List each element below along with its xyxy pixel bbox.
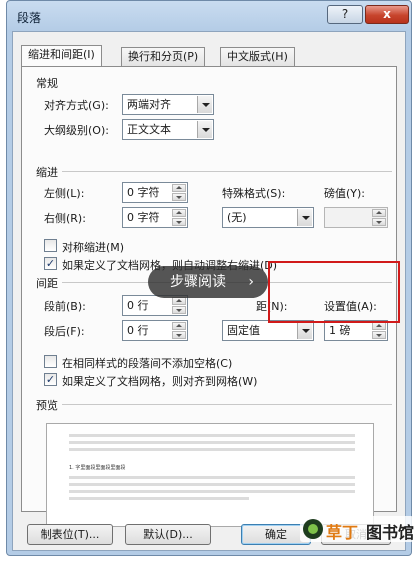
line-spacing-value: 固定值 xyxy=(227,324,260,337)
no-space-same-style-checkbox[interactable] xyxy=(44,355,57,368)
tab-label: 换行和分页(P) xyxy=(128,50,199,63)
spacing-before-stepper[interactable]: 0 行 xyxy=(122,295,188,316)
auto-right-indent-checkbox[interactable]: ✓ xyxy=(44,257,57,270)
spin-up-icon[interactable] xyxy=(172,184,186,192)
spin-down-icon[interactable] xyxy=(372,331,386,339)
set-default-label: 默认(D)... xyxy=(143,528,193,541)
right-indent-label: 右侧(R): xyxy=(44,212,86,225)
left-indent-value: 0 字符 xyxy=(127,186,160,199)
preview-line xyxy=(69,448,355,451)
spacing-after-stepper[interactable]: 0 行 xyxy=(122,320,188,341)
checkmark-icon: ✓ xyxy=(45,257,56,270)
chevron-down-icon[interactable] xyxy=(297,322,312,339)
preview-box: 1. 字里面段里面段里面段 xyxy=(46,423,374,527)
preview-sample-text: 1. 字里面段里面段里面段 xyxy=(69,465,126,471)
spacing-before-label: 段前(B): xyxy=(44,300,86,313)
tab-stops-button[interactable]: 制表位(T)... xyxy=(27,524,113,545)
chevron-down-icon[interactable] xyxy=(197,121,212,138)
tab-label: 缩进和间距(I) xyxy=(28,48,95,61)
right-indent-stepper[interactable]: 0 字符 xyxy=(122,207,188,228)
chevron-right-icon: › xyxy=(248,274,254,290)
spin-down-icon[interactable] xyxy=(172,331,186,339)
spacing-after-label: 段后(F): xyxy=(44,325,85,338)
stepper-buttons xyxy=(372,209,386,226)
chevron-down-icon[interactable] xyxy=(297,209,312,226)
spin-up-icon[interactable] xyxy=(172,322,186,330)
dialog-title: 段落 xyxy=(17,11,42,25)
line-spacing-select[interactable]: 固定值 xyxy=(222,320,314,341)
title-bar: 段落 xyxy=(17,9,41,27)
tab-label: 中文版式(H) xyxy=(227,50,288,63)
set-default-button[interactable]: 默认(D)... xyxy=(125,524,211,545)
close-button[interactable]: x xyxy=(365,5,409,24)
divider xyxy=(62,404,392,405)
left-indent-label: 左侧(L): xyxy=(44,187,85,200)
step-reading-button[interactable]: 步骤阅读 › xyxy=(148,266,268,298)
special-indent-label: 特殊格式(S): xyxy=(222,187,286,200)
snap-to-grid-label: 如果定义了文档网格，则对齐到网格(W) xyxy=(62,375,258,388)
mirror-indents-checkbox[interactable] xyxy=(44,239,57,252)
special-indent-select[interactable]: (无) xyxy=(222,207,314,228)
preview-line xyxy=(69,483,355,486)
tab-asian-typography[interactable]: 中文版式(H) xyxy=(220,47,295,66)
highlight-box xyxy=(268,261,400,323)
stepper-buttons xyxy=(172,297,186,314)
preview-line xyxy=(69,434,355,437)
spin-up-icon[interactable] xyxy=(172,297,186,305)
help-button[interactable]: ? xyxy=(327,5,363,24)
spacing-heading: 间距 xyxy=(36,277,58,290)
spacing-at-stepper[interactable]: 1 磅 xyxy=(324,320,388,341)
close-icon: x xyxy=(383,7,391,21)
left-indent-stepper[interactable]: 0 字符 xyxy=(122,182,188,203)
spin-up-icon[interactable] xyxy=(372,209,386,217)
checkmark-icon: ✓ xyxy=(45,373,56,386)
chevron-down-icon[interactable] xyxy=(197,96,212,113)
spacing-before-value: 0 行 xyxy=(127,299,149,312)
watermark: 草丁 图书馆 xyxy=(300,516,414,542)
alignment-label: 对齐方式(G): xyxy=(44,99,109,112)
general-heading: 常规 xyxy=(36,77,58,90)
stepper-buttons xyxy=(372,322,386,339)
special-indent-value: (无) xyxy=(227,211,247,224)
preview-line xyxy=(69,497,249,500)
step-reading-label: 步骤阅读 xyxy=(170,274,226,290)
indent-heading: 缩进 xyxy=(36,166,58,179)
tab-stops-label: 制表位(T)... xyxy=(40,528,100,541)
spin-up-icon[interactable] xyxy=(372,322,386,330)
right-indent-value: 0 字符 xyxy=(127,211,160,224)
stepper-buttons xyxy=(172,184,186,201)
watermark-logo-icon xyxy=(303,519,323,539)
indent-by-stepper[interactable] xyxy=(324,207,388,228)
alignment-value: 两端对齐 xyxy=(127,98,171,111)
spin-down-icon[interactable] xyxy=(172,218,186,226)
spin-down-icon[interactable] xyxy=(172,306,186,314)
tab-indents-spacing[interactable]: 缩进和间距(I) xyxy=(21,45,102,66)
tab-line-page-breaks[interactable]: 换行和分页(P) xyxy=(121,47,206,66)
divider xyxy=(62,171,392,172)
snap-to-grid-checkbox[interactable]: ✓ xyxy=(44,373,57,386)
preview-line xyxy=(69,476,355,479)
alignment-select[interactable]: 两端对齐 xyxy=(122,94,214,115)
stepper-buttons xyxy=(172,322,186,339)
watermark-text-secondary: 图书馆 xyxy=(366,523,415,542)
stepper-buttons xyxy=(172,209,186,226)
indent-by-label: 磅值(Y): xyxy=(324,187,366,200)
mirror-indents-label: 对称缩进(M) xyxy=(62,241,125,254)
outline-level-label: 大纲级别(O): xyxy=(44,124,109,137)
outline-level-select[interactable]: 正文文本 xyxy=(122,119,214,140)
outline-level-value: 正文文本 xyxy=(127,123,171,136)
spin-down-icon[interactable] xyxy=(172,193,186,201)
preview-heading: 预览 xyxy=(36,399,58,412)
no-space-same-style-label: 在相同样式的段落间不添加空格(C) xyxy=(62,357,233,370)
help-icon: ? xyxy=(341,7,349,21)
preview-line xyxy=(69,490,355,493)
ok-label: 确定 xyxy=(265,528,287,541)
spacing-after-value: 0 行 xyxy=(127,324,149,337)
watermark-text-primary: 草丁 xyxy=(326,523,359,542)
spin-down-icon[interactable] xyxy=(372,218,386,226)
spacing-at-value: 1 磅 xyxy=(329,324,351,337)
preview-line xyxy=(69,441,355,444)
spin-up-icon[interactable] xyxy=(172,209,186,217)
